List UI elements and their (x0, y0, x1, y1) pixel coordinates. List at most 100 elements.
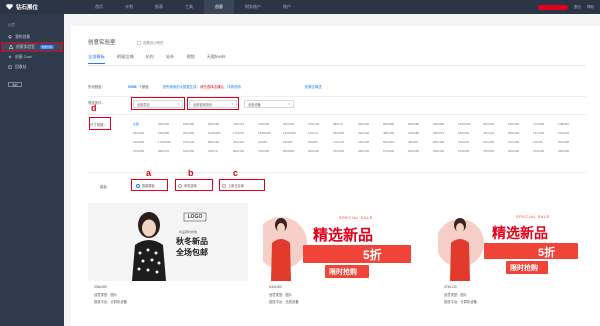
size-option[interactable]: 800x800 (383, 121, 408, 128)
size-option[interactable]: 1720x290 (158, 139, 183, 146)
quota-notice-suffix[interactable]: ，详情说明 (224, 85, 241, 89)
size-option[interactable]: 600x130 (308, 148, 333, 155)
tab-tmall-feeds[interactable]: 天猫feeds (207, 54, 226, 64)
template-card[interactable]: SPECIAL SALE 精选新品 5折 限时抢购 375x130 创意类型：图… (438, 203, 586, 326)
size-option[interactable]: 950x180 (433, 139, 458, 146)
size-option[interactable]: 170x270 (233, 130, 258, 137)
sidebar-item-creative-lab[interactable]: 创意实验室 智能创意 (1, 42, 63, 52)
size-option[interactable]: 375x250 (133, 148, 158, 155)
size-option[interactable]: 185x280 (408, 130, 433, 137)
size-option[interactable]: 375x130 (308, 121, 333, 128)
tab-star-stores[interactable]: 明星店铺 (117, 54, 134, 64)
size-option[interactable]: 880x70 (333, 121, 358, 128)
size-option[interactable]: 110x120 (458, 139, 483, 146)
size-option[interactable]: 640x320 (133, 130, 158, 137)
topnav-item-tools[interactable]: 工具 (174, 0, 204, 14)
topnav-item-creative[interactable]: 创意 (204, 0, 234, 14)
size-option[interactable]: 137x100 (533, 130, 558, 137)
size-option[interactable]: 360x300 (333, 130, 358, 137)
size-option[interactable]: 480x160 (383, 130, 408, 137)
size-option[interactable]: 300x300 (508, 148, 533, 155)
size-option[interactable]: 640x400 (358, 121, 383, 128)
device-select[interactable]: 全部设备 ▾ (244, 100, 294, 108)
size-option[interactable]: 760x167 (233, 121, 258, 128)
size-option[interactable]: 410x122 (483, 130, 508, 137)
topnav-item-home[interactable]: 首页 (84, 0, 114, 14)
size-option[interactable]: 300x300 (183, 130, 208, 137)
size-option[interactable]: 1180x65 (558, 121, 583, 128)
tab-video[interactable]: 视频 (186, 54, 194, 64)
size-option[interactable]: 100x100 (358, 139, 383, 146)
help-link[interactable]: 帮助 (587, 5, 594, 10)
size-option[interactable]: 1920x100 (458, 121, 483, 128)
size-option[interactable]: 420x120 (358, 130, 383, 137)
size-option[interactable]: 800x150 (208, 139, 233, 146)
size-option[interactable]: 160x80 (283, 139, 308, 146)
sidebar-item-creative-cool[interactable]: 创意 Cool (0, 52, 64, 62)
size-option[interactable]: 640x300 (558, 148, 583, 155)
size-option[interactable]: 280x120 (358, 148, 383, 155)
tab-offsite[interactable]: 站外 (166, 54, 174, 64)
size-option[interactable]: 300x250 (283, 121, 308, 128)
size-option[interactable]: 550x600 (508, 130, 533, 137)
size-option[interactable]: 800x120 (233, 148, 258, 155)
size-option[interactable]: 200x250 (483, 121, 508, 128)
size-option[interactable]: 140x70 (308, 130, 333, 137)
size-option[interactable]: 990x280 (433, 121, 458, 128)
size-option[interactable]: 全部 (133, 121, 158, 128)
tab-all-templates[interactable]: 全部模板 (88, 54, 105, 64)
size-option[interactable]: 450x90 (408, 139, 433, 146)
size-option[interactable]: 400x280 (558, 139, 583, 146)
resource-overview-link[interactable]: 资源位概述 (305, 84, 322, 89)
size-option[interactable]: 1600x90 (133, 139, 158, 146)
template-card[interactable]: SPECIAL SALE 精选新品 5折 限时抢购 640x280 创意类型：图… (263, 203, 423, 326)
size-option[interactable]: 375x130 (183, 139, 208, 146)
size-option[interactable]: 170x170 (333, 139, 358, 146)
size-option[interactable]: 185x100 (508, 121, 533, 128)
size-option[interactable]: 1920x600 (283, 130, 308, 137)
size-option[interactable]: 414x87 (258, 139, 283, 146)
size-option[interactable]: 510x150 (183, 148, 208, 155)
size-option[interactable]: 590x210 (383, 139, 408, 146)
size-option[interactable]: 800x800 (283, 148, 308, 155)
template-card[interactable]: LOGO 新品限时抢购 秋冬新品 全场包邮 336x280 创意类型：图片 投放… (88, 203, 248, 326)
topnav-item-report[interactable]: 报表 (144, 0, 174, 14)
size-option[interactable]: 642x250 (408, 148, 433, 155)
sidebar-item-my-creative[interactable]: 我的创意 (0, 32, 64, 42)
size-option[interactable]: 760x300 (258, 148, 283, 155)
size-option[interactable]: 160x70 (208, 148, 233, 155)
size-option[interactable]: 674x295 (458, 148, 483, 155)
sidebar-item-recycle[interactable]: 回收站 (0, 62, 64, 72)
size-option[interactable]: 640x250 (208, 121, 233, 128)
size-option[interactable]: 950x285 (408, 121, 433, 128)
size-option[interactable]: 150x300 (333, 148, 358, 155)
topnav-item-plan[interactable]: 计划 (114, 0, 144, 14)
size-option[interactable]: 640x200 (158, 121, 183, 128)
size-option[interactable]: 520x280 (183, 121, 208, 128)
design-spec-link[interactable]: 查看设计规范 (137, 40, 163, 45)
size-option[interactable]: 172x500 (533, 121, 558, 128)
topnav-item-finance[interactable]: 财务账户 (234, 0, 272, 14)
size-option[interactable]: 256x100 (433, 148, 458, 155)
size-option[interactable]: 640x280 (158, 130, 183, 137)
app-logo[interactable]: 钻石展位 (0, 0, 64, 14)
sidebar-collapse-button[interactable]: 收起 (8, 82, 22, 87)
size-option[interactable]: 1240x260 (208, 130, 233, 137)
logout-link[interactable]: 退出 (574, 5, 581, 10)
size-option[interactable]: 212x200 (508, 139, 533, 146)
size-option[interactable]: 210x240 (558, 130, 583, 137)
tab-onsite[interactable]: 站内 (146, 54, 154, 64)
size-option[interactable]: 660x470 (158, 148, 183, 155)
size-option[interactable]: 150x200 (458, 130, 483, 137)
size-option[interactable]: 575x200 (383, 148, 408, 155)
size-option[interactable]: 300x80 (308, 139, 333, 146)
topnav-item-account[interactable]: 账户 (272, 0, 302, 14)
size-option[interactable]: 750x330 (483, 148, 508, 155)
size-option[interactable]: 100x60 (533, 139, 558, 146)
size-option[interactable]: 375x150 (533, 148, 558, 155)
size-option[interactable]: 250x213 (433, 130, 458, 137)
size-option[interactable]: 240x300 (483, 139, 508, 146)
size-option[interactable]: 726x200 (258, 121, 283, 128)
size-option[interactable]: 400x120 (233, 139, 258, 146)
size-option[interactable]: 1530x250 (258, 130, 283, 137)
